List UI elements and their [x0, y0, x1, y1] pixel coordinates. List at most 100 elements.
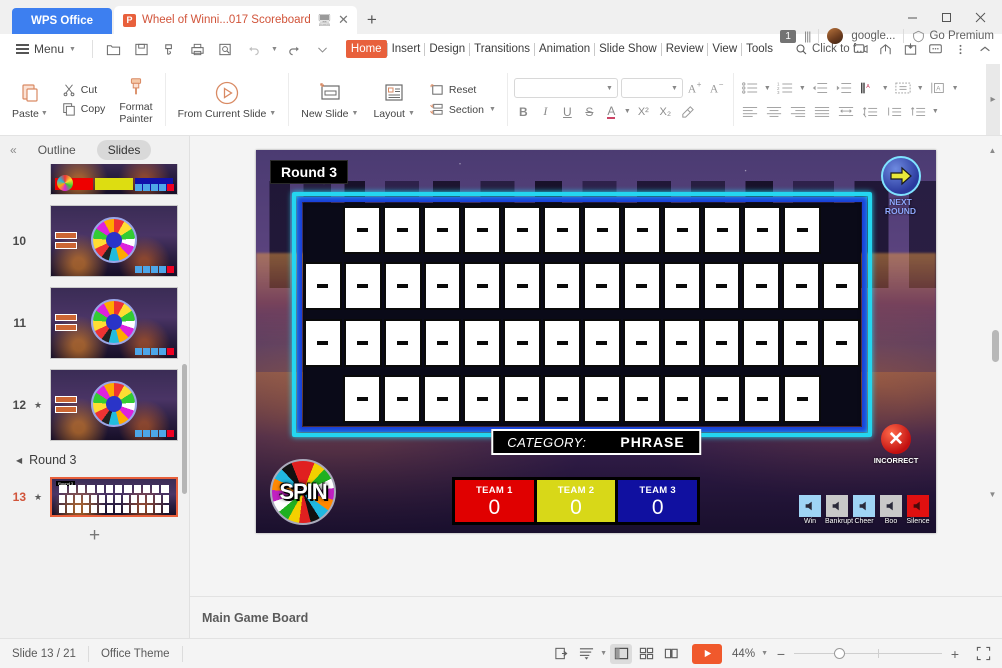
letter-cell[interactable]	[303, 262, 342, 311]
chevron-down-icon[interactable]: ▼	[489, 106, 496, 113]
spin-wheel-button[interactable]: SPIN	[270, 459, 336, 525]
category-bar[interactable]: CATEGORY: PHRASE	[491, 429, 701, 455]
letter-cell[interactable]	[463, 262, 502, 311]
letter-cell[interactable]	[423, 318, 462, 367]
letter-cell[interactable]	[622, 318, 661, 367]
triangle-collapse-icon[interactable]: ◀	[16, 456, 22, 465]
font-color-button[interactable]: A	[602, 102, 621, 121]
customize-icon[interactable]	[312, 38, 334, 60]
slides-tab[interactable]: Slides	[96, 140, 152, 160]
sound-silence-button[interactable]: Silence	[906, 495, 930, 525]
normal-view-icon[interactable]	[610, 643, 633, 664]
letter-cell[interactable]	[822, 318, 861, 367]
zoom-out-button[interactable]: −	[774, 646, 788, 662]
sound-win-button[interactable]: Win	[798, 495, 822, 525]
fit-slide-icon[interactable]	[550, 644, 572, 664]
list-item[interactable]: 13 ★ Round 3	[0, 472, 189, 522]
font-name-select[interactable]: ▼	[513, 78, 618, 98]
list-item[interactable]: 10	[0, 200, 189, 282]
format-painter-button[interactable]: Format Painter	[115, 72, 156, 127]
letter-cell[interactable]	[463, 374, 501, 423]
letter-cell[interactable]	[423, 374, 461, 423]
layout-button[interactable]: Layout ▼	[369, 78, 418, 122]
italic-button[interactable]: I	[536, 102, 555, 121]
chevron-down-icon[interactable]: ▼	[799, 85, 806, 92]
new-tab-button[interactable]: +	[367, 10, 377, 30]
superscript-button[interactable]: X²	[634, 102, 653, 121]
tab-slide-show[interactable]: Slide Show	[595, 40, 661, 58]
scroll-up-icon[interactable]: ▲	[987, 146, 998, 155]
numbering-button[interactable]: 123	[775, 79, 795, 97]
ribbon-expand-button[interactable]: ▸	[986, 64, 1000, 135]
letter-cell[interactable]	[702, 262, 741, 311]
letter-cell[interactable]	[662, 262, 701, 311]
zoom-in-button[interactable]: +	[948, 646, 962, 662]
letter-cell[interactable]	[423, 262, 462, 311]
letter-cell[interactable]	[463, 206, 501, 254]
scrollbar-thumb[interactable]	[992, 330, 999, 362]
slide-counter[interactable]: Slide 13 / 21	[0, 648, 88, 660]
slide-canvas[interactable]: Round 3 NEXT ROUND CATEGORY: PHRASE SPIN…	[256, 150, 936, 533]
chevron-down-icon[interactable]: ▼	[600, 650, 607, 657]
line-spacing-button[interactable]	[860, 102, 880, 120]
save-icon[interactable]	[131, 38, 153, 60]
text-align-box-button[interactable]	[893, 79, 913, 97]
sidebar-scrollbar[interactable]	[182, 364, 187, 494]
paragraph-spacing-button[interactable]	[884, 102, 904, 120]
strikethrough-button[interactable]: S	[580, 102, 599, 121]
reset-button[interactable]: Reset	[426, 81, 499, 98]
add-slide-button[interactable]: +	[0, 522, 189, 553]
fit-window-icon[interactable]	[972, 644, 994, 664]
tab-review[interactable]: Review	[662, 40, 708, 58]
section-button[interactable]: Section ▼	[426, 101, 499, 118]
letter-cell[interactable]	[383, 318, 422, 367]
letter-cell[interactable]	[383, 206, 421, 254]
letter-cell[interactable]	[663, 206, 701, 254]
list-item[interactable]	[0, 164, 189, 200]
distribute-button[interactable]	[836, 102, 856, 120]
next-round-button[interactable]: NEXT ROUND	[873, 156, 928, 216]
letter-cell[interactable]	[583, 206, 621, 254]
cut-button[interactable]: Cut	[59, 82, 109, 98]
decrease-indent-button[interactable]	[810, 79, 830, 97]
team-3-score-box[interactable]: TEAM 3 0	[618, 480, 698, 522]
bold-button[interactable]: B	[514, 102, 533, 121]
letter-cell[interactable]	[503, 374, 541, 423]
letter-cell[interactable]	[463, 318, 502, 367]
vertical-align-button[interactable]	[908, 102, 928, 120]
from-current-slide-button[interactable]: From Current Slide ▼	[174, 78, 281, 122]
sound-bankrupt-button[interactable]: Bankrupt	[825, 495, 853, 525]
letter-cell[interactable]	[343, 374, 381, 423]
letter-cell[interactable]	[303, 318, 342, 367]
menu-button[interactable]: Menu ▼	[10, 40, 82, 58]
tab-transitions[interactable]: Transitions	[470, 40, 534, 58]
align-right-button[interactable]	[788, 102, 808, 120]
play-slideshow-button[interactable]	[692, 643, 723, 664]
bullets-button[interactable]	[740, 79, 760, 97]
sound-boo-button[interactable]: Boo	[879, 495, 903, 525]
collapse-panel-icon[interactable]: «	[10, 143, 17, 157]
account-name[interactable]: google...	[851, 30, 895, 42]
sound-cheer-button[interactable]: Cheer	[852, 495, 876, 525]
chevron-down-icon[interactable]: ▼	[352, 110, 359, 117]
letter-cell[interactable]	[663, 374, 701, 423]
tab-tools[interactable]: Tools	[742, 40, 777, 58]
slide-thumbnail[interactable]	[50, 369, 178, 441]
letter-cell[interactable]	[743, 374, 781, 423]
letter-cell[interactable]	[782, 262, 821, 311]
tab-insert[interactable]: Insert	[388, 40, 425, 58]
tab-home[interactable]: Home	[345, 40, 387, 58]
puzzle-board[interactable]	[292, 192, 872, 437]
paste-button[interactable]: Paste ▼	[8, 78, 52, 122]
print-preview-icon[interactable]	[215, 38, 237, 60]
undo-dropdown-icon[interactable]: ▼	[271, 46, 278, 53]
chevron-down-icon[interactable]: ▼	[882, 85, 889, 92]
save-as-icon[interactable]	[159, 38, 181, 60]
team-2-score-box[interactable]: TEAM 2 0	[536, 480, 616, 522]
slide-thumbnail-list[interactable]: 10 11 12 ★ ◀ Round 3 13 ★ Round 3 +	[0, 164, 189, 638]
letter-cell[interactable]	[742, 262, 781, 311]
text-direction-button[interactable]: A	[858, 79, 878, 97]
reading-view-icon[interactable]	[660, 644, 682, 664]
letter-cell[interactable]	[343, 318, 382, 367]
zoom-level[interactable]: 44%	[732, 648, 755, 660]
